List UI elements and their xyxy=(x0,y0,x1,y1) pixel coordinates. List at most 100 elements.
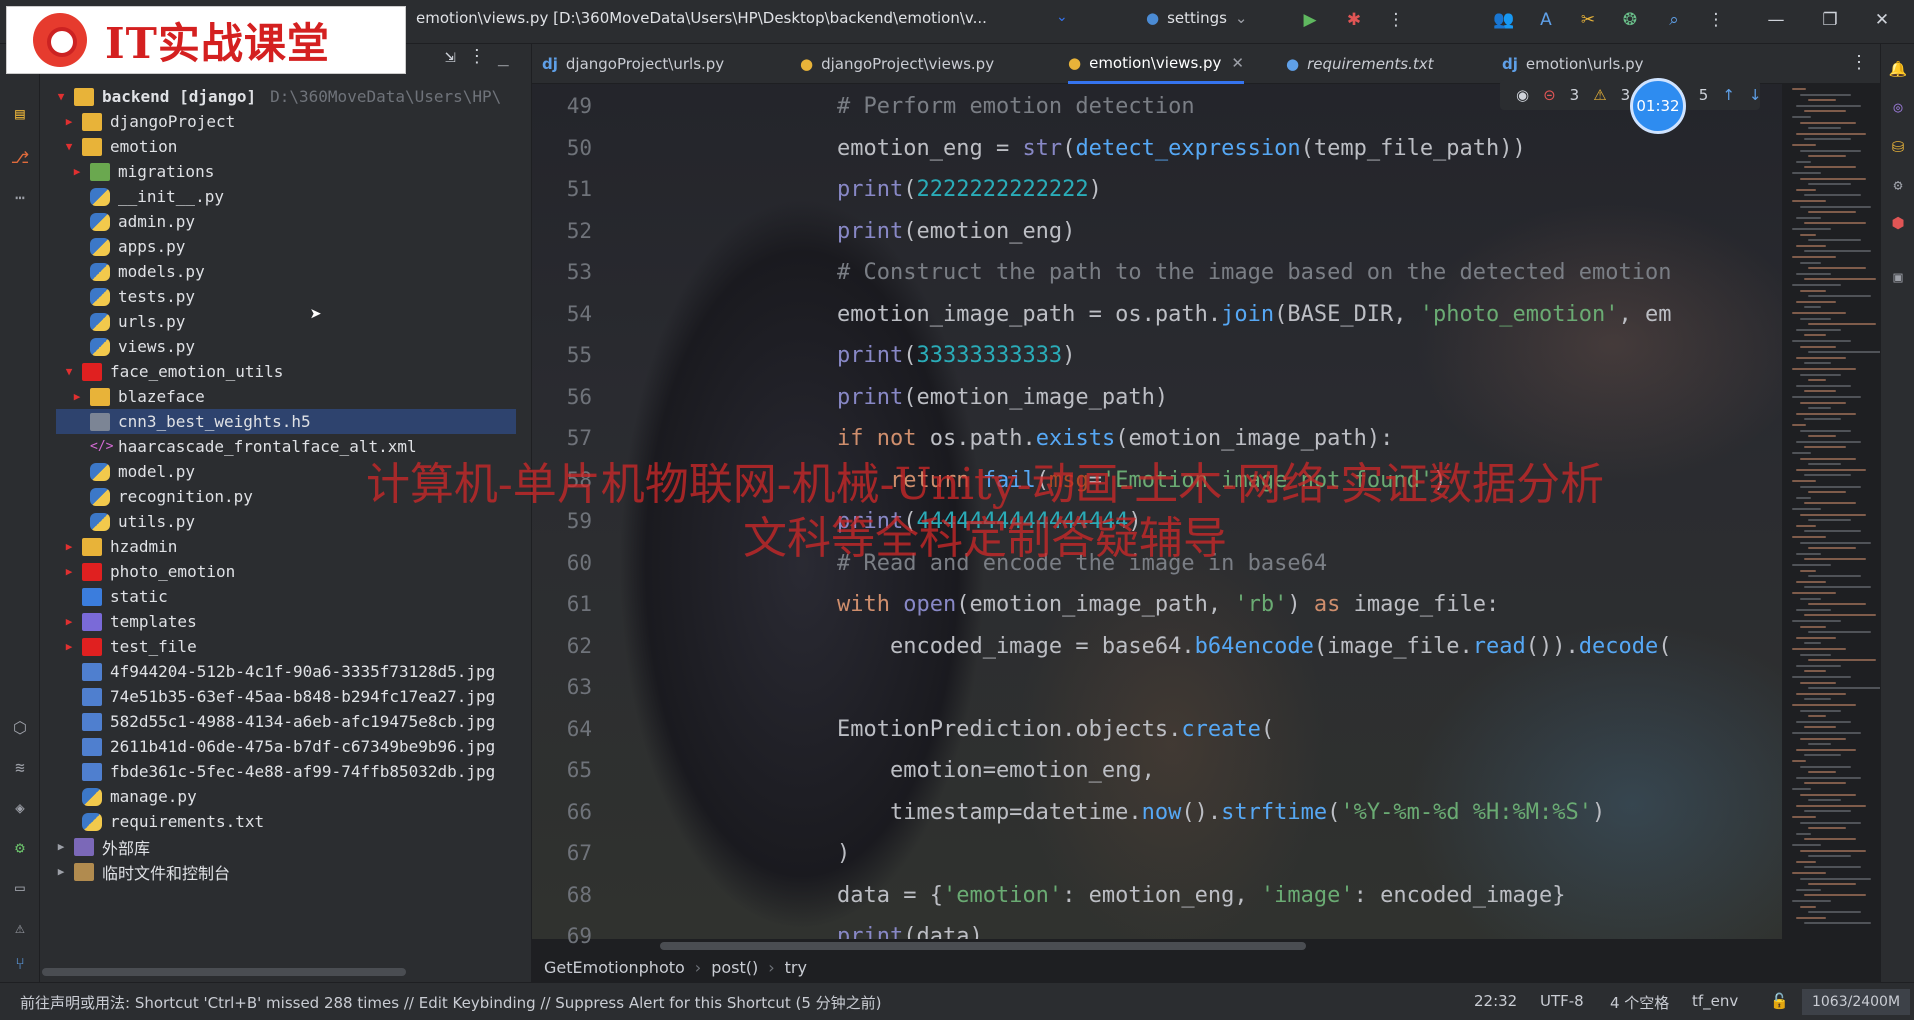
layers-icon[interactable]: ◈ xyxy=(6,794,34,822)
debug-icon[interactable]: ✱ xyxy=(1340,6,1368,34)
code-line[interactable]: # Perform emotion detection xyxy=(837,94,1195,124)
tree-item[interactable]: urls.py xyxy=(90,309,185,334)
run-icon[interactable]: ▶ xyxy=(1296,6,1324,34)
breadcrumb-item[interactable]: GetEmotionphoto xyxy=(544,958,685,977)
horizontal-scrollbar[interactable] xyxy=(660,942,1306,950)
code-line[interactable]: ) xyxy=(837,841,850,871)
close-window-icon[interactable]: ✕ xyxy=(1868,6,1896,34)
minimize-icon[interactable]: — xyxy=(1762,6,1790,34)
tree-item[interactable]: fbde361c-5fec-4e88-af99-74ffb85032db.jpg xyxy=(82,759,495,784)
tree-item[interactable]: ▶ test_file xyxy=(62,634,197,659)
code-line[interactable]: print(33333333333) xyxy=(837,343,1075,373)
lock-icon[interactable]: 🔓 xyxy=(1770,992,1789,1010)
collapse-icon[interactable]: ⇲ xyxy=(445,46,456,67)
tree-item[interactable]: 74e51b35-63ef-45aa-b848-b294fc17ea27.jpg xyxy=(82,684,495,709)
tab-djangoproject-views[interactable]: ● djangoProject\views.py xyxy=(800,44,994,84)
code-area[interactable]: # Perform emotion detection emotion_eng =… xyxy=(837,84,1777,939)
run-config-selector[interactable]: ● settings ⌄ xyxy=(1146,9,1248,27)
code-line[interactable]: print(emotion_image_path) xyxy=(837,385,1168,415)
code-line[interactable]: print(2222222222222) xyxy=(837,177,1102,207)
tree-item[interactable]: utils.py xyxy=(90,509,195,534)
code-line[interactable]: print(emotion_eng) xyxy=(837,219,1075,249)
ai-assistant-icon[interactable]: ❂ xyxy=(1616,6,1644,34)
tree-item[interactable]: views.py xyxy=(90,334,195,359)
tree-item-selected[interactable]: cnn3_best_weights.h5 xyxy=(56,409,516,434)
tree-item[interactable]: ▶ djangoProject xyxy=(62,109,236,134)
python-interpreter[interactable]: tf_env xyxy=(1692,992,1738,1010)
reader-mode-icon[interactable]: ◉ xyxy=(1516,86,1529,104)
hide-panel-icon[interactable]: _ xyxy=(498,46,509,67)
tree-item[interactable]: ▶ hzadmin xyxy=(62,534,178,559)
code-line[interactable]: data = {'emotion': emotion_eng, 'image':… xyxy=(837,883,1566,913)
tree-root[interactable]: ▼ backend [django] D:\360MoveData\Users\… xyxy=(54,84,502,109)
tree-item[interactable]: ▶ templates xyxy=(62,609,197,634)
python-console-icon[interactable]: ≋ xyxy=(6,754,34,782)
chevron-down-icon[interactable]: ⌄ xyxy=(1056,9,1068,25)
tree-item[interactable]: model.py xyxy=(90,459,195,484)
tree-item[interactable]: apps.py xyxy=(90,234,185,259)
plugin-icon[interactable]: ⚙ xyxy=(1885,172,1911,198)
next-problem-icon[interactable]: ↓ xyxy=(1749,86,1762,104)
tree-item[interactable]: ▶ photo_emotion xyxy=(62,559,236,584)
tree-item[interactable]: requirements.txt xyxy=(82,809,264,834)
more-actions-icon[interactable]: ⋮ xyxy=(1382,6,1410,34)
tree-item[interactable]: ▶ 临时文件和控制台 xyxy=(54,859,230,884)
tree-item[interactable]: ▼ emotion xyxy=(62,134,178,159)
code-with-me-icon[interactable]: 👥 xyxy=(1490,6,1518,34)
tree-item[interactable]: recognition.py xyxy=(90,484,253,509)
problems-icon[interactable]: ⚠ xyxy=(6,914,34,942)
tab-requirements[interactable]: ● requirements.txt xyxy=(1286,44,1434,84)
breadcrumb-item[interactable]: try xyxy=(785,958,807,977)
notifications-icon[interactable]: 🔔 xyxy=(1885,56,1911,82)
caret-position[interactable]: 22:32 xyxy=(1474,992,1517,1010)
breadcrumb-item[interactable]: post() xyxy=(711,958,758,977)
code-line[interactable]: print(data) xyxy=(837,924,983,939)
tree-item[interactable]: </> haarcascade_frontalface_alt.xml xyxy=(90,434,417,459)
tree-item[interactable]: ▼ face_emotion_utils xyxy=(62,359,284,384)
code-line[interactable]: print(4444444444444444) xyxy=(837,509,1142,539)
translate-icon[interactable]: A xyxy=(1532,6,1560,34)
git-icon[interactable]: ⑂ xyxy=(6,950,34,978)
tree-item[interactable]: 4f944204-512b-4c1f-90a6-3335f73128d5.jpg xyxy=(82,659,495,684)
file-encoding[interactable]: UTF-8 xyxy=(1540,992,1584,1010)
window-title[interactable]: emotion\views.py [D:\360MoveData\Users\H… xyxy=(416,9,987,27)
tree-item[interactable]: 582d55c1-4988-4134-a6eb-afc19475e8cb.jpg xyxy=(82,709,495,734)
tree-item[interactable]: tests.py xyxy=(90,284,195,309)
previous-problem-icon[interactable]: ↑ xyxy=(1722,86,1735,104)
services-icon[interactable]: ⚙ xyxy=(6,834,34,862)
code-line[interactable]: if not os.path.exists(emotion_image_path… xyxy=(837,426,1393,456)
tree-item[interactable]: static xyxy=(82,584,168,609)
code-line[interactable]: return fail(msg='Emotion image not found… xyxy=(837,468,1446,498)
tab-emotion-views[interactable]: ● emotion\views.py ✕ xyxy=(1068,44,1244,84)
maximize-icon[interactable]: ❐ xyxy=(1816,6,1844,34)
database-icon[interactable]: ⛁ xyxy=(1885,134,1911,160)
options-icon[interactable]: ⋮ xyxy=(468,46,486,67)
code-line[interactable]: emotion_image_path = os.path.join(BASE_D… xyxy=(837,302,1671,332)
project-tool-icon[interactable]: ▤ xyxy=(6,100,34,128)
code-line[interactable]: emotion_eng = str(detect_expression(temp… xyxy=(837,136,1526,166)
tree-item[interactable]: 2611b41d-06de-475a-b7df-c67349be9b96.jpg xyxy=(82,734,495,759)
code-line[interactable]: EmotionPrediction.objects.create( xyxy=(837,717,1274,747)
code-line[interactable]: timestamp=datetime.now().strftime('%Y-%m… xyxy=(837,800,1605,830)
structure-tool-icon[interactable]: ⎇ xyxy=(6,144,34,172)
expand-arrow-icon[interactable]: ▼ xyxy=(54,90,68,103)
status-message[interactable]: 前往声明或用法: Shortcut 'Ctrl+B' missed 288 ti… xyxy=(20,992,882,1013)
code-line[interactable]: emotion=emotion_eng, xyxy=(837,758,1155,788)
tree-item[interactable]: __init__.py xyxy=(90,184,224,209)
code-line[interactable]: # Construct the path to the image based … xyxy=(837,260,1671,290)
indent-setting[interactable]: 4 个空格 xyxy=(1610,992,1669,1013)
code-minimap[interactable] xyxy=(1792,84,1881,939)
tree-item[interactable]: ▶ 外部库 xyxy=(54,834,150,859)
python-packages-icon[interactable]: ⬡ xyxy=(6,714,34,742)
tree-item[interactable]: ▶ blazeface xyxy=(70,384,205,409)
tab-djangoproject-urls[interactable]: dj djangoProject\urls.py xyxy=(542,44,724,84)
code-line[interactable]: with open(emotion_image_path, 'rb') as i… xyxy=(837,592,1499,622)
ai-chat-icon[interactable]: ◎ xyxy=(1885,94,1911,120)
tree-item[interactable]: ▶ migrations xyxy=(70,159,215,184)
settings-menu-icon[interactable]: ⋮ xyxy=(1702,6,1730,34)
close-tab-icon[interactable]: ✕ xyxy=(1231,54,1244,72)
more-tools-icon[interactable]: ⋯ xyxy=(6,184,34,212)
tree-item[interactable]: admin.py xyxy=(90,209,195,234)
code-line[interactable]: # Read and encode the image in base64 xyxy=(837,551,1327,581)
horizontal-scrollbar[interactable] xyxy=(42,968,406,976)
